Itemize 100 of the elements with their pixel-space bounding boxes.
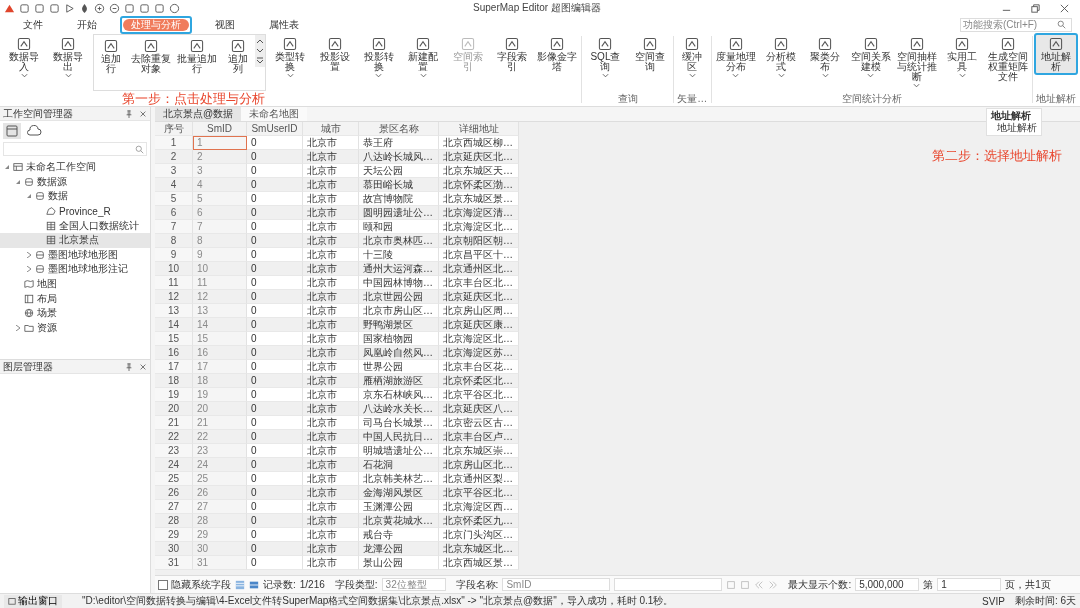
row-header[interactable]: 22 — [155, 430, 193, 444]
row-header[interactable]: 17 — [155, 360, 193, 374]
ribbon-button[interactable]: 投影设置 — [312, 33, 357, 75]
ribbon-button[interactable]: 地址解析 — [1033, 33, 1078, 75]
ribbon-button[interactable]: 追加行 — [93, 35, 129, 77]
pin-icon[interactable] — [125, 362, 133, 371]
zoom-out-icon[interactable] — [109, 2, 120, 14]
row-header[interactable]: 9 — [155, 248, 193, 262]
row-header[interactable]: 26 — [155, 486, 193, 500]
tree-item[interactable]: 墨图地球地形注记 — [0, 262, 150, 277]
tree-item[interactable]: 地图 — [0, 276, 150, 292]
page-field[interactable]: 1 — [937, 578, 1002, 591]
tree-item[interactable]: 墨图地球地形图 — [0, 247, 150, 263]
ribbon-button[interactable]: 追加列 — [220, 35, 255, 77]
row-header[interactable]: 13 — [155, 304, 193, 318]
search-field[interactable]: 功能搜索(Ctrl+F) — [960, 17, 1072, 32]
ribbon-tab[interactable]: 开始 — [69, 18, 105, 31]
ribbon-tab[interactable]: 视图 — [207, 18, 243, 31]
expression-field[interactable] — [614, 578, 723, 591]
expand-icon[interactable] — [256, 57, 264, 65]
row-header[interactable]: 25 — [155, 472, 193, 486]
row-header[interactable]: 18 — [155, 374, 193, 388]
expander-icon[interactable] — [26, 251, 32, 258]
restore-icon[interactable] — [1030, 2, 1041, 14]
close-icon[interactable] — [139, 362, 147, 371]
column-header[interactable]: SmID — [193, 122, 247, 136]
ribbon-tab[interactable]: 属性表 — [261, 18, 307, 31]
ribbon-button[interactable]: 分析模式 — [758, 33, 804, 81]
row-header[interactable]: 23 — [155, 444, 193, 458]
ribbon-button[interactable]: 度量地理分布 — [712, 33, 759, 81]
row-header[interactable]: 6 — [155, 206, 193, 220]
row-header[interactable]: 2 — [155, 150, 193, 164]
column-header[interactable]: 序号 — [155, 122, 193, 136]
row-header[interactable]: 16 — [155, 346, 193, 360]
tree-item[interactable]: 场景 — [0, 305, 150, 321]
row-header[interactable]: 30 — [155, 542, 193, 556]
row-header[interactable]: 15 — [155, 332, 193, 346]
tree-search-field[interactable] — [3, 142, 147, 156]
zoom-in-icon[interactable] — [94, 2, 105, 14]
tree-item[interactable]: 资源 — [0, 320, 150, 336]
pin-icon[interactable] — [125, 109, 133, 118]
row-header[interactable]: 27 — [155, 500, 193, 514]
cloud-tab-icon[interactable] — [25, 123, 43, 139]
expander-icon[interactable] — [15, 324, 21, 331]
row-header[interactable]: 21 — [155, 416, 193, 430]
workspace-tab-icon[interactable] — [3, 123, 21, 139]
scroll-up-icon[interactable] — [256, 37, 264, 45]
row-header[interactable]: 19 — [155, 388, 193, 402]
ribbon-button[interactable]: 实用工具 — [940, 33, 985, 81]
output-window-button[interactable]: 输出窗口 — [4, 594, 62, 608]
scroll-down-icon[interactable] — [256, 47, 264, 55]
row-header[interactable]: 1 — [155, 136, 193, 150]
ribbon-button[interactable]: 投影转换 — [356, 33, 402, 81]
tree-item[interactable]: 全国人口数据统计 — [0, 218, 150, 233]
row-header[interactable]: 14 — [155, 318, 193, 332]
ribbon-button[interactable]: 缓冲区 — [674, 33, 710, 81]
ribbon-button[interactable]: 批量追加行 — [174, 35, 221, 77]
document-tab[interactable]: 未命名地图 — [241, 107, 308, 121]
drop-icon[interactable] — [79, 2, 90, 14]
max-display-field[interactable]: 5,000,000 — [855, 578, 920, 591]
row-header[interactable]: 4 — [155, 178, 193, 192]
menu-item[interactable]: 地址解析 — [991, 122, 1037, 134]
tree-item[interactable]: 布局 — [0, 291, 150, 306]
column-header[interactable]: 详细地址 — [439, 122, 519, 136]
table-view-icon[interactable] — [249, 579, 259, 590]
row-header[interactable]: 8 — [155, 234, 193, 248]
tree-item[interactable]: 数据源 — [0, 174, 150, 190]
column-header[interactable]: 城市 — [303, 122, 359, 136]
field-type-field[interactable]: 32位整型 — [381, 578, 446, 591]
checkbox[interactable] — [158, 579, 168, 590]
row-header[interactable]: 29 — [155, 528, 193, 542]
ribbon-button[interactable]: 数据导入 — [2, 33, 47, 81]
ribbon-button[interactable]: 聚类分布 — [803, 33, 848, 81]
ribbon-button[interactable]: 影像金字塔 — [534, 33, 581, 75]
close-icon[interactable] — [139, 109, 147, 118]
ribbon-button[interactable]: 空间查询 — [627, 33, 672, 75]
ribbon-button[interactable]: SQL查询 — [583, 33, 628, 81]
row-header[interactable]: 28 — [155, 514, 193, 528]
expander-icon[interactable] — [26, 193, 32, 200]
document-tab[interactable]: 北京景点@数据 — [155, 107, 242, 121]
expander-icon[interactable] — [26, 266, 32, 273]
tree-item[interactable]: 北京景点 — [0, 232, 150, 248]
square-icon[interactable] — [124, 2, 135, 14]
play-icon[interactable] — [64, 2, 75, 14]
ribbon-button[interactable]: 空间抽样与统计推断 — [893, 33, 941, 91]
ribbon-button[interactable]: 空间关系建模 — [847, 33, 894, 81]
row-header[interactable]: 31 — [155, 556, 193, 570]
close-icon[interactable] — [1059, 2, 1070, 14]
row-header[interactable]: 3 — [155, 164, 193, 178]
field-name-field[interactable]: SmID — [502, 578, 611, 591]
ribbon-button[interactable]: 类型转换 — [268, 33, 313, 81]
row-header[interactable]: 24 — [155, 458, 193, 472]
tree-item[interactable]: 数据 — [0, 189, 150, 204]
ribbon-button[interactable]: 去除重复对象 — [128, 35, 175, 77]
tree-item[interactable]: Province_R — [0, 203, 150, 219]
row-header[interactable]: 11 — [155, 276, 193, 290]
row-header[interactable]: 12 — [155, 290, 193, 304]
row-header[interactable]: 10 — [155, 262, 193, 276]
ribbon-tab[interactable]: 文件 — [15, 18, 51, 31]
ribbon-button[interactable]: 字段索引 — [489, 33, 535, 75]
